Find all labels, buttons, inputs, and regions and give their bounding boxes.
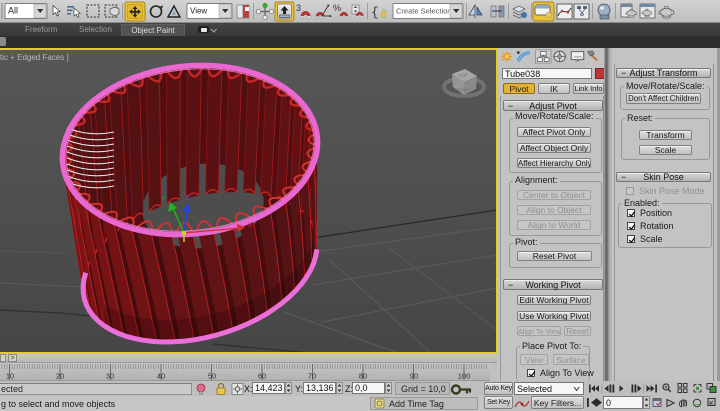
- svg-text:All: All: [8, 6, 18, 16]
- svg-text:View: View: [190, 7, 207, 16]
- svg-text:Z: Z: [185, 195, 190, 202]
- svg-text:70: 70: [308, 372, 316, 381]
- svg-text:X: X: [248, 222, 253, 229]
- svg-text:20: 20: [56, 372, 64, 381]
- svg-text:10: 10: [6, 372, 14, 381]
- svg-text:Y: Y: [161, 196, 166, 203]
- svg-text:80: 80: [359, 372, 367, 381]
- svg-text:40: 40: [157, 372, 165, 381]
- svg-text:30: 30: [106, 372, 114, 381]
- svg-text:100: 100: [458, 372, 471, 381]
- svg-text:3: 3: [296, 3, 301, 13]
- svg-text:FRONT: FRONT: [455, 87, 469, 92]
- svg-text:60: 60: [258, 372, 266, 381]
- svg-text:{: {: [371, 5, 379, 20]
- svg-text:50: 50: [208, 372, 216, 381]
- svg-text:%: %: [333, 3, 341, 13]
- svg-text:90: 90: [410, 372, 418, 381]
